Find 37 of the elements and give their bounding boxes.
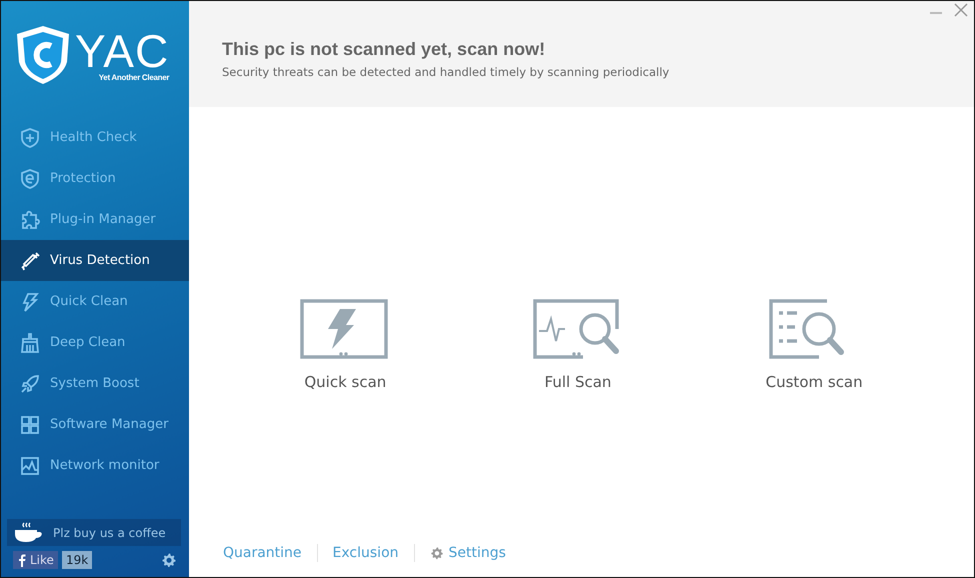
sidebar-item[interactable]: Protection <box>1 158 189 199</box>
footer-link[interactable]: Quarantine <box>223 545 302 561</box>
sidebar-item[interactable]: Quick Clean <box>1 281 189 322</box>
rocket-icon <box>19 372 41 394</box>
shield-plus-icon <box>19 126 41 148</box>
broom-icon <box>19 332 41 354</box>
tagline: Yet Another Cleaner <box>98 72 170 82</box>
close-button[interactable] <box>954 3 968 17</box>
coffee-button[interactable]: Plz buy us a coffee <box>7 519 181 546</box>
footer-link[interactable]: Exclusion <box>332 545 399 561</box>
puzzle-icon <box>19 208 41 230</box>
shield-e-icon <box>19 168 41 190</box>
syringe-icon <box>19 250 41 272</box>
scan-button[interactable]: Quick scan <box>294 298 396 392</box>
header-subtitle: Security threats can be detected and handled timely by scanning periodically <box>222 65 670 79</box>
scan-button[interactable]: Full Scan <box>526 298 629 392</box>
logo-text: YAC <box>75 28 170 72</box>
sidebar-item[interactable]: Virus Detection <box>1 240 189 281</box>
lightning-screen-icon <box>300 299 390 361</box>
monitor-wave-icon <box>19 454 41 476</box>
sidebar-item[interactable]: Health Check <box>1 117 189 158</box>
like-count: 19k <box>62 551 92 569</box>
settings-icon <box>430 546 444 560</box>
sidebar-item[interactable]: System Boost <box>1 363 189 404</box>
settings-icon <box>161 552 177 568</box>
sidebar-item[interactable]: Deep Clean <box>1 322 189 363</box>
footer-link[interactable]: Settings <box>430 545 506 561</box>
like-button[interactable]: Like <box>13 551 58 569</box>
facebook-icon <box>17 553 27 567</box>
sidebar-item[interactable]: Network monitor <box>1 445 189 486</box>
grid-icon <box>19 414 41 436</box>
header-title: This pc is not scanned yet, scan now! <box>222 39 546 60</box>
sidebar-item[interactable]: Plug-in Manager <box>1 199 189 240</box>
sidebar-item[interactable]: Software Manager <box>1 404 189 445</box>
coffee-label: Plz buy us a coffee <box>53 526 166 540</box>
scan-button[interactable]: Custom scan <box>760 298 869 392</box>
shield-logo-icon <box>15 24 71 86</box>
